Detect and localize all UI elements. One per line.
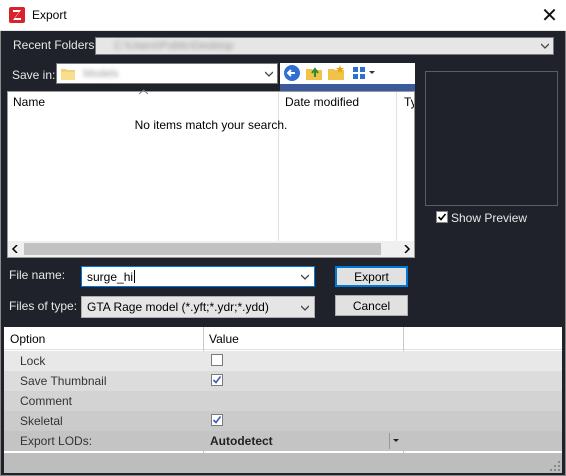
empty-message: No items match your search. [134,118,288,132]
option-row-save-thumbnail[interactable]: Save Thumbnail [4,371,562,391]
chevron-down-icon [265,71,273,77]
skeletal-checkbox[interactable] [211,414,223,426]
dropdown-arrow-icon[interactable] [393,439,399,443]
options-header-row: Option Value [4,327,562,350]
scroll-left-icon[interactable] [11,245,19,253]
chevron-down-icon [301,305,309,311]
checkmark-icon [212,416,222,424]
back-arrow-icon[interactable] [283,64,301,82]
option-row-export-lods[interactable]: Export LODs: Autodetect [4,431,562,451]
grid-empty-area [4,453,562,473]
files-of-type-label: Files of type: [9,299,78,313]
checkmark-icon [212,376,222,384]
option-row-skeletal[interactable]: Skeletal [4,411,562,431]
recent-folders-dropdown[interactable]: C:\Users\Public\Desktop [95,37,554,55]
toolbar-divider [280,84,415,91]
show-preview-label: Show Preview [451,211,528,225]
window-title: Export [32,8,67,22]
files-of-type-dropdown[interactable]: GTA Rage model (*.yft;*.ydr;*.ydd) [81,296,315,318]
option-label-save-thumbnail: Save Thumbnail [20,374,107,388]
scrollbar-thumb[interactable] [24,243,381,255]
checkmark-icon [437,213,447,221]
save-in-dropdown[interactable]: Models [56,63,278,84]
new-folder-icon[interactable] [327,64,345,82]
export-lods-value[interactable]: Autodetect [210,434,273,448]
close-icon[interactable]: ✕ [533,0,566,31]
option-row-comment[interactable]: Comment [4,391,562,411]
dropdown-divider [389,433,390,449]
file-name-input[interactable]: surge_hi [81,266,315,287]
horizontal-scrollbar[interactable] [8,241,414,257]
column-divider [278,92,279,243]
sort-up-icon [139,89,148,95]
lock-checkbox[interactable] [211,354,223,366]
recent-folders-label: Recent Folders: [13,38,98,52]
navigation-toolbar [280,63,415,84]
app-logo-icon [9,7,25,23]
export-button[interactable]: Export [335,266,408,287]
option-label-export-lods: Export LODs: [20,434,93,448]
cancel-button[interactable]: Cancel [335,295,408,316]
option-row-lock[interactable]: Lock [4,351,562,371]
file-list[interactable]: Name Date modified Ty No items match you… [7,89,415,258]
text-cursor [134,270,136,283]
scroll-right-icon[interactable] [403,245,411,253]
file-name-value: surge_hi [87,269,134,284]
resize-grip-icon[interactable] [549,460,561,472]
option-label-comment: Comment [20,394,73,408]
column-header-type[interactable]: Ty [404,95,414,109]
chevron-down-icon [541,43,549,49]
column-header-option: Option [10,332,46,346]
up-folder-icon[interactable] [305,64,323,82]
column-header-date-modified[interactable]: Date modified [285,95,359,109]
folder-icon [61,69,75,80]
save-thumbnail-checkbox[interactable] [211,374,223,386]
column-header-name[interactable]: Name [13,95,45,109]
show-preview-checkbox[interactable] [436,211,448,223]
option-label-skeletal: Skeletal [20,414,63,428]
save-in-label: Save in: [12,68,56,82]
chevron-down-icon[interactable] [301,273,309,281]
title-bar [0,0,566,31]
options-grid: Option Value Lock Save Thumbnail Comment… [4,327,562,473]
column-divider [396,92,397,243]
column-header-value: Value [209,332,239,346]
view-menu-icon[interactable] [351,64,377,82]
file-name-label: File name: [9,268,66,282]
preview-pane [425,71,558,206]
option-label-lock: Lock [20,354,46,368]
files-of-type-value: GTA Rage model (*.yft;*.ydr;*.ydd) [87,300,269,314]
save-in-value: Models [83,68,119,80]
recent-folders-value: C:\Users\Public\Desktop [114,40,234,52]
